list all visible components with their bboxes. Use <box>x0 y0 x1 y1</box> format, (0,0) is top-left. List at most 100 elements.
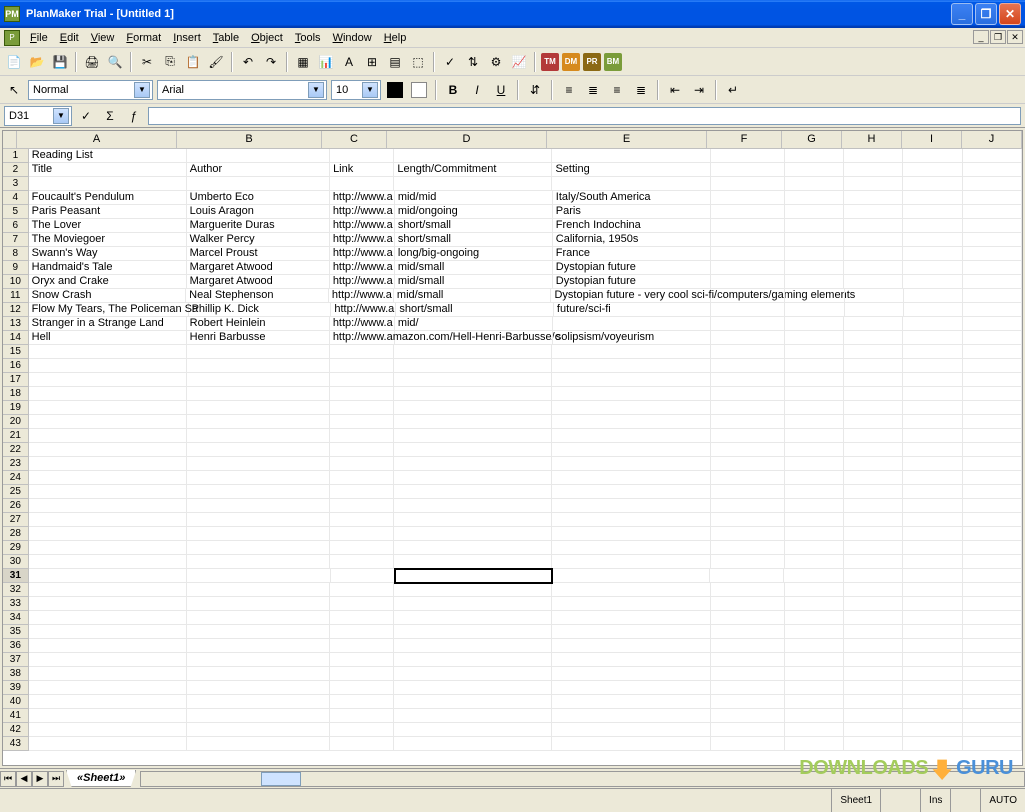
col-header-C[interactable]: C <box>322 131 387 148</box>
cell[interactable]: http://www.a <box>329 289 394 303</box>
cell[interactable] <box>785 681 844 695</box>
cell[interactable]: http://www.a <box>330 219 395 233</box>
table-icon[interactable]: ▦ <box>293 52 313 72</box>
cell[interactable] <box>844 233 903 247</box>
cell[interactable] <box>711 317 785 331</box>
row-header[interactable]: 8 <box>3 247 29 261</box>
cell[interactable] <box>711 275 785 289</box>
cell[interactable] <box>785 639 844 653</box>
chart-icon[interactable]: 📊 <box>316 52 336 72</box>
cell[interactable] <box>785 191 844 205</box>
cell[interactable] <box>552 149 710 163</box>
chevron-down-icon[interactable]: ▼ <box>362 82 378 98</box>
cell[interactable]: Title <box>29 163 187 177</box>
cell[interactable] <box>330 387 394 401</box>
cell[interactable] <box>394 345 552 359</box>
cell[interactable]: French Indochina <box>553 219 711 233</box>
cell[interactable] <box>711 471 785 485</box>
cell[interactable] <box>711 373 785 387</box>
cell[interactable]: Walker Percy <box>187 233 330 247</box>
sum-icon[interactable]: Σ <box>100 106 120 126</box>
valign-icon[interactable]: ⇵ <box>525 80 545 100</box>
cell[interactable] <box>187 387 330 401</box>
cell[interactable] <box>330 695 394 709</box>
cell[interactable] <box>29 373 187 387</box>
cell[interactable] <box>903 219 962 233</box>
row-header[interactable]: 36 <box>3 639 29 653</box>
cell[interactable]: Dystopian future <box>553 275 711 289</box>
row-header[interactable]: 10 <box>3 275 29 289</box>
menu-tools[interactable]: Tools <box>289 30 327 46</box>
redo-icon[interactable]: ↷ <box>261 52 281 72</box>
cell[interactable] <box>187 513 330 527</box>
tm-button[interactable]: TM <box>541 53 559 71</box>
cell[interactable] <box>903 569 962 583</box>
cell[interactable] <box>785 345 844 359</box>
cell[interactable] <box>29 569 187 583</box>
cell[interactable] <box>963 653 1022 667</box>
cell[interactable] <box>29 653 187 667</box>
cell[interactable] <box>844 737 903 751</box>
row-header[interactable]: 32 <box>3 583 29 597</box>
cell[interactable] <box>785 289 844 303</box>
menu-insert[interactable]: Insert <box>167 30 207 46</box>
cell[interactable] <box>711 345 785 359</box>
maximize-button[interactable]: ❐ <box>975 3 997 25</box>
cell[interactable] <box>903 555 962 569</box>
cell[interactable] <box>29 415 187 429</box>
cell[interactable] <box>785 583 844 597</box>
cell[interactable] <box>785 373 844 387</box>
cell[interactable]: http://www.a <box>330 205 395 219</box>
cell[interactable] <box>187 737 330 751</box>
cell[interactable] <box>187 149 330 163</box>
cell[interactable]: France <box>553 247 711 261</box>
row-header[interactable]: 12 <box>3 303 29 317</box>
cell[interactable] <box>785 541 844 555</box>
cell[interactable] <box>711 737 785 751</box>
sheet-tab[interactable]: «Sheet1» <box>66 770 136 787</box>
cell[interactable]: Foucault's Pendulum <box>29 191 187 205</box>
cell[interactable] <box>903 471 962 485</box>
cell[interactable] <box>963 457 1022 471</box>
cell[interactable] <box>552 387 710 401</box>
cell[interactable] <box>844 555 903 569</box>
bm-button[interactable]: BM <box>604 53 622 71</box>
cell[interactable]: solipsism/voyeurism <box>553 331 711 345</box>
cell[interactable] <box>711 205 785 219</box>
cell[interactable] <box>711 499 785 513</box>
cell[interactable] <box>711 261 785 275</box>
style-combo[interactable]: Normal ▼ <box>28 80 153 100</box>
cell[interactable]: http://www.a <box>330 247 395 261</box>
row-header[interactable]: 31 <box>3 569 29 583</box>
cell[interactable] <box>844 471 903 485</box>
paste-icon[interactable]: 📋 <box>183 52 203 72</box>
menu-table[interactable]: Table <box>207 30 245 46</box>
cell[interactable] <box>904 289 963 303</box>
cell[interactable] <box>552 527 710 541</box>
row-header[interactable]: 22 <box>3 443 29 457</box>
cell[interactable] <box>903 443 962 457</box>
cell[interactable] <box>785 163 844 177</box>
cell[interactable] <box>552 597 710 611</box>
row-header[interactable]: 15 <box>3 345 29 359</box>
cell[interactable] <box>29 457 187 471</box>
cell[interactable] <box>844 485 903 499</box>
cut-icon[interactable]: ✂ <box>137 52 157 72</box>
cell[interactable] <box>330 681 394 695</box>
cell[interactable] <box>711 331 785 345</box>
cell[interactable]: Umberto Eco <box>187 191 330 205</box>
cell[interactable] <box>844 709 903 723</box>
cell[interactable] <box>330 597 394 611</box>
italic-icon[interactable]: I <box>467 80 487 100</box>
cell[interactable] <box>187 667 330 681</box>
cell[interactable] <box>963 177 1022 191</box>
cell[interactable]: Length/Commitment <box>394 163 552 177</box>
fx-icon[interactable]: ƒ <box>124 106 144 126</box>
cell[interactable] <box>29 401 187 415</box>
cell[interactable] <box>711 611 785 625</box>
row-header[interactable]: 25 <box>3 485 29 499</box>
cell[interactable]: short/small <box>396 303 554 317</box>
row-header[interactable]: 34 <box>3 611 29 625</box>
cell[interactable] <box>963 401 1022 415</box>
cell[interactable] <box>187 569 331 583</box>
